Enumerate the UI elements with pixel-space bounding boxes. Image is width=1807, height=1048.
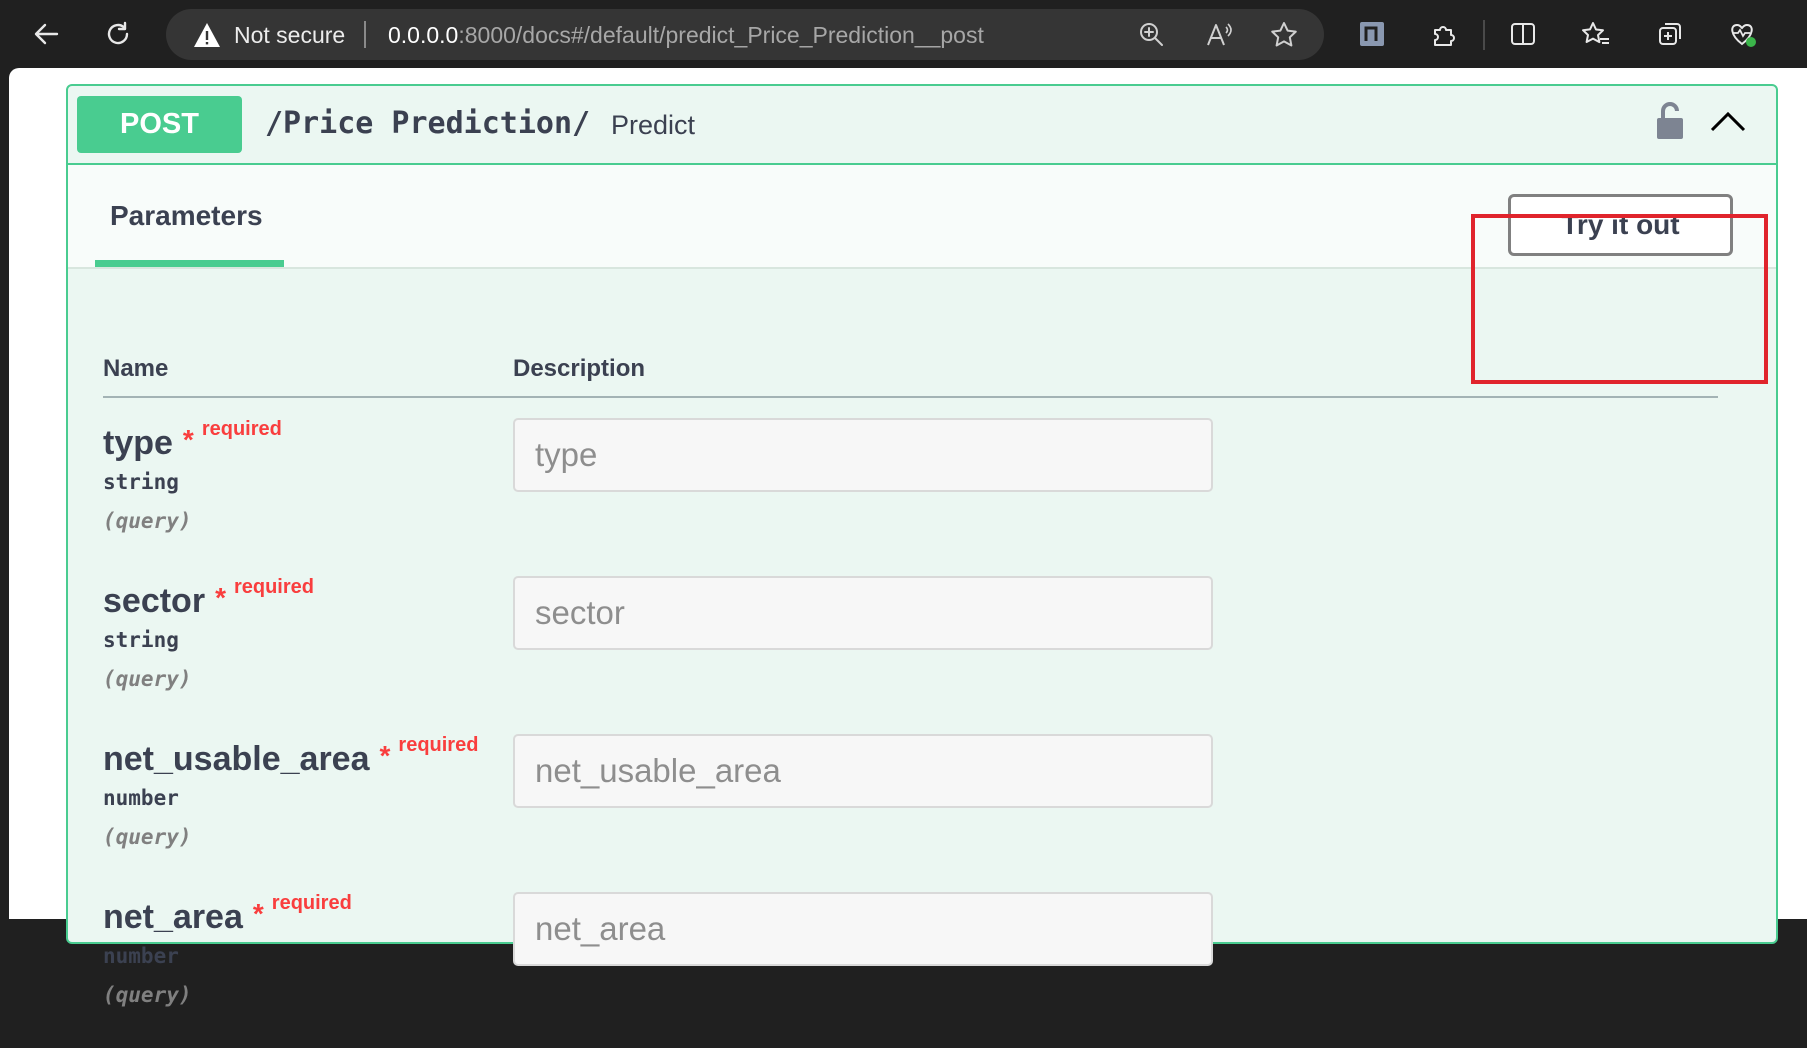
collections-icon[interactable] [1650, 14, 1690, 54]
param-type: string [103, 470, 179, 494]
net-usable-area-input[interactable] [513, 734, 1213, 808]
parameter-row-type: type * required string (query) [103, 418, 1703, 574]
browser-essentials-icon[interactable] [1722, 14, 1762, 54]
type-input[interactable] [513, 418, 1213, 492]
extension-n-icon[interactable] [1352, 14, 1392, 54]
tab-active-underline [95, 260, 284, 267]
read-aloud-icon[interactable] [1202, 19, 1234, 51]
operation-header[interactable]: POST /Price Prediction/ Predict [68, 86, 1776, 165]
zoom-icon[interactable] [1136, 19, 1168, 51]
param-type: number [103, 944, 179, 968]
operation-block: POST /Price Prediction/ Predict Paramete… [66, 84, 1778, 1007]
param-type: string [103, 628, 179, 652]
param-location: (query) [103, 983, 192, 1007]
toolbar-divider [1483, 20, 1485, 50]
header-divider [103, 396, 1718, 398]
required-star: * [182, 424, 194, 455]
url-host: 0.0.0.0 [388, 22, 459, 48]
operation-path: /Price Prediction/ [265, 106, 591, 141]
split-screen-icon[interactable] [1503, 14, 1543, 54]
url-text[interactable]: 0.0.0.0:8000/docs#/default/predict_Price… [388, 22, 984, 49]
favorites-icon[interactable] [1576, 14, 1616, 54]
required-star: * [252, 898, 264, 929]
required-star: * [379, 740, 391, 771]
param-name: type [103, 424, 173, 462]
warning-icon [194, 23, 220, 47]
parameter-row-net-usable-area: net_usable_area * required number (query) [103, 734, 1703, 890]
address-bar[interactable]: Not secure 0.0.0.0:8000/docs#/default/pr… [166, 9, 1324, 60]
param-location: (query) [103, 825, 192, 849]
highlight-box [1471, 214, 1768, 384]
param-type: number [103, 786, 179, 810]
param-location: (query) [103, 509, 192, 533]
browser-toolbar: Not secure 0.0.0.0:8000/docs#/default/pr… [0, 0, 1807, 68]
required-label: required [201, 418, 282, 440]
sector-input[interactable] [513, 576, 1213, 650]
required-label: required [271, 892, 352, 914]
net-area-input[interactable] [513, 892, 1213, 966]
favorite-star-icon[interactable] [1268, 19, 1300, 51]
param-name: net_usable_area [103, 740, 370, 778]
refresh-icon[interactable] [98, 14, 138, 54]
param-name: net_area [103, 898, 243, 936]
unlock-icon[interactable] [1654, 101, 1686, 141]
tab-parameters[interactable]: Parameters [110, 200, 263, 232]
security-label[interactable]: Not secure [234, 22, 345, 49]
page-content: POST /Price Prediction/ Predict Paramete… [9, 68, 1807, 1007]
param-location: (query) [103, 667, 192, 691]
extensions-puzzle-icon[interactable] [1424, 14, 1464, 54]
required-label: required [398, 734, 479, 756]
url-path: :8000/docs#/default/predict_Price_Predic… [458, 22, 984, 48]
description-column-header: Description [513, 355, 646, 382]
method-badge: POST [77, 96, 242, 153]
operation-summary: Predict [611, 110, 696, 140]
chevron-up-icon[interactable] [1708, 108, 1748, 134]
name-column-header: Name [103, 355, 169, 382]
required-label: required [233, 576, 314, 598]
param-name: sector [103, 582, 206, 620]
address-separator [364, 21, 366, 48]
required-star: * [215, 582, 226, 613]
parameter-row-sector: sector * required string (query) [103, 576, 1703, 732]
parameter-row-net-area: net_area * required number (query) [103, 892, 1703, 1048]
back-icon[interactable] [26, 14, 66, 54]
